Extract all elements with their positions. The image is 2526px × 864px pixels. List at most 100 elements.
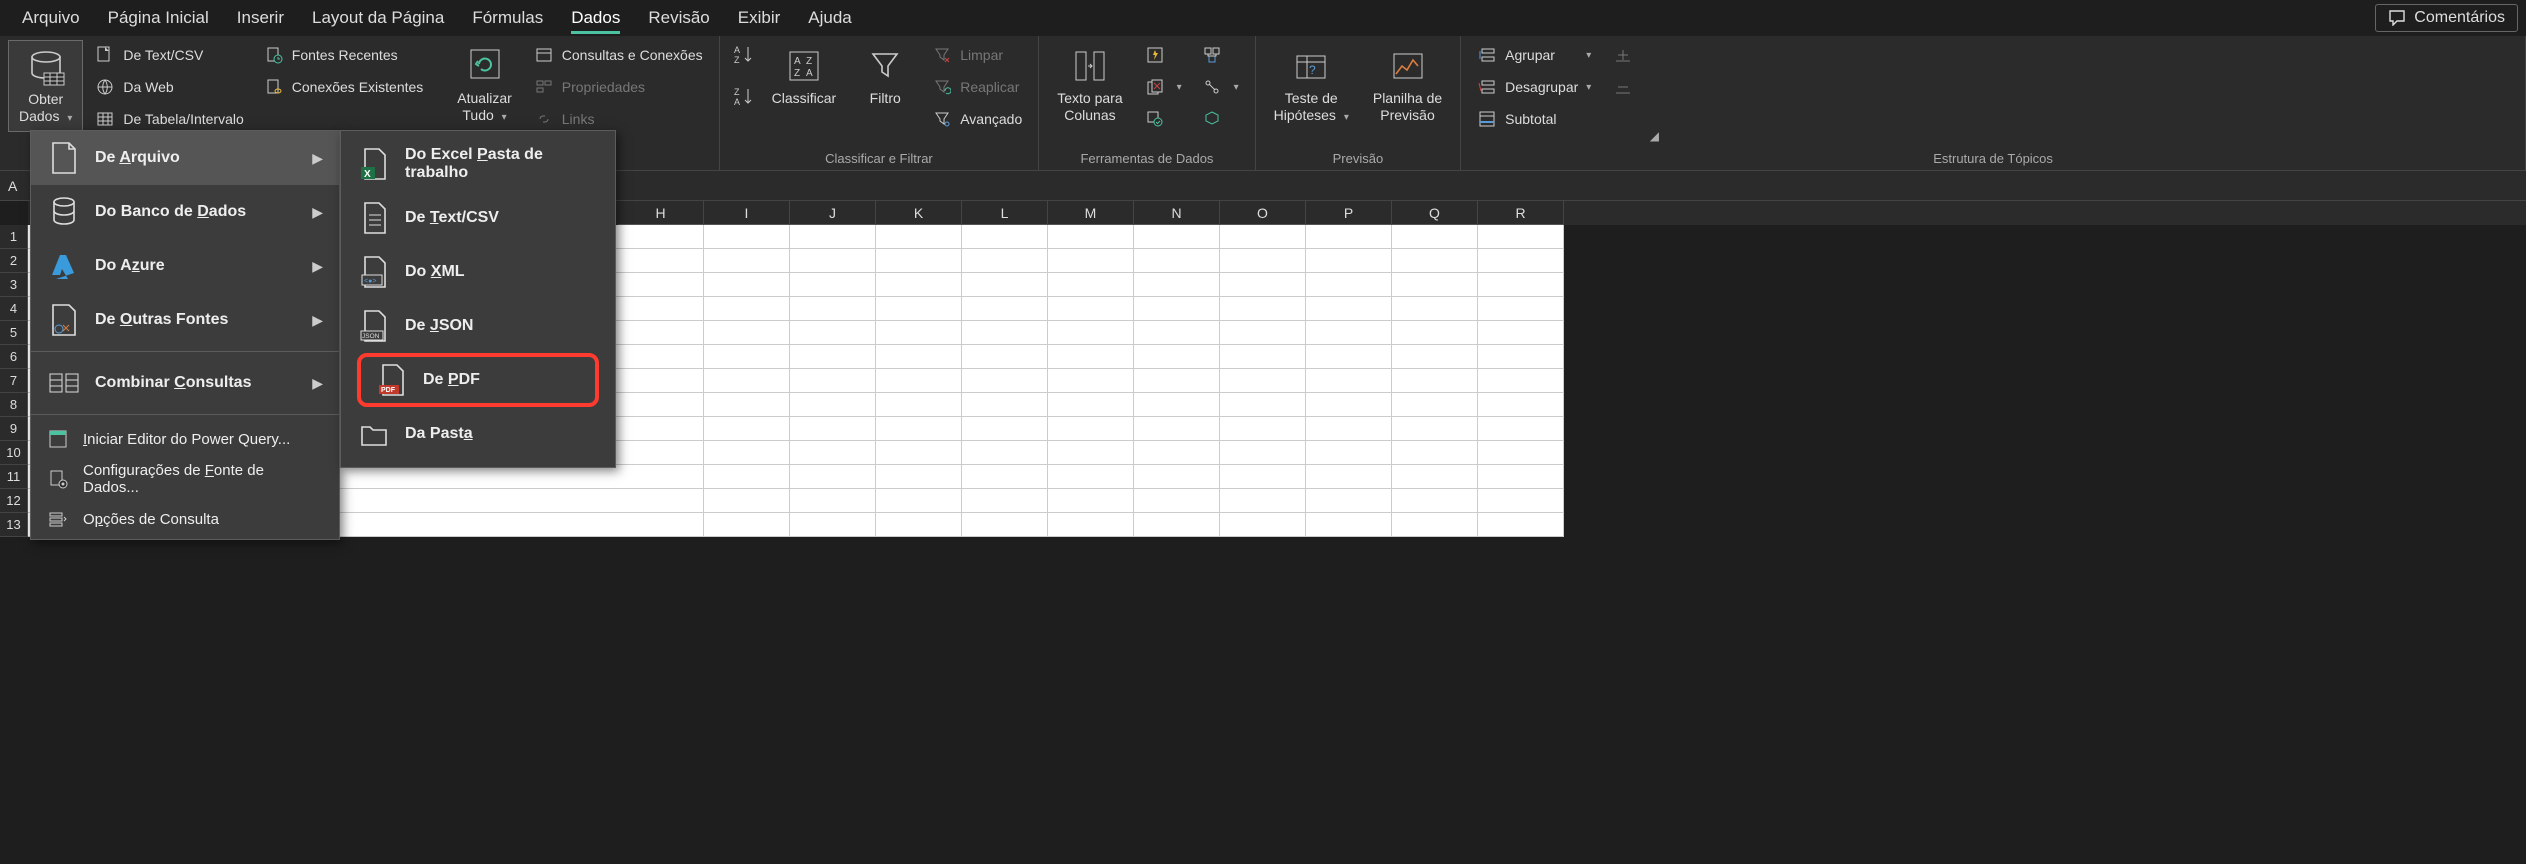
menu-combine-queries[interactable]: Combinar Consultas ▶	[31, 356, 339, 410]
row-header[interactable]: 3	[0, 273, 28, 297]
submenu-json[interactable]: JSON De JSON	[341, 299, 615, 353]
cell[interactable]	[1134, 465, 1220, 489]
cell[interactable]	[618, 393, 704, 417]
cell[interactable]	[618, 465, 704, 489]
group-button[interactable]: Agrupar▾	[1469, 40, 1599, 70]
cell[interactable]	[962, 489, 1048, 513]
cell[interactable]	[1134, 297, 1220, 321]
cell[interactable]	[962, 441, 1048, 465]
cell[interactable]	[1478, 225, 1564, 249]
tab-formulas[interactable]: Fórmulas	[458, 0, 557, 36]
sort-desc-button[interactable]: ZA	[728, 82, 758, 112]
from-web-button[interactable]: Da Web	[87, 72, 251, 102]
cell[interactable]	[1478, 417, 1564, 441]
column-header[interactable]: P	[1306, 201, 1392, 225]
cell[interactable]	[618, 273, 704, 297]
cell[interactable]	[790, 273, 876, 297]
row-header[interactable]: 5	[0, 321, 28, 345]
cell[interactable]	[876, 417, 962, 441]
cell[interactable]	[1048, 369, 1134, 393]
queries-connections-button[interactable]: Consultas e Conexões	[526, 40, 711, 70]
relationships-button[interactable]: ▾	[1194, 72, 1247, 102]
refresh-all-button[interactable]: Atualizar Tudo ▾	[447, 40, 521, 130]
cell[interactable]	[1306, 417, 1392, 441]
submenu-folder[interactable]: Da Pasta	[341, 407, 615, 461]
cell[interactable]	[1478, 369, 1564, 393]
cell[interactable]	[704, 321, 790, 345]
cell[interactable]	[1392, 369, 1478, 393]
remove-duplicates-button[interactable]: ▾	[1137, 72, 1190, 102]
cell[interactable]	[876, 345, 962, 369]
cell[interactable]	[618, 441, 704, 465]
cell[interactable]	[1306, 297, 1392, 321]
cell[interactable]	[1220, 321, 1306, 345]
cell[interactable]	[704, 297, 790, 321]
cell[interactable]	[1048, 513, 1134, 537]
cell[interactable]	[1048, 417, 1134, 441]
cell[interactable]	[962, 369, 1048, 393]
column-header[interactable]: K	[876, 201, 962, 225]
row-header[interactable]: 12	[0, 489, 28, 513]
cell[interactable]	[1306, 249, 1392, 273]
column-header[interactable]: M	[1048, 201, 1134, 225]
menu-from-file[interactable]: De Arquivo ▶	[31, 131, 339, 185]
tab-insert[interactable]: Inserir	[223, 0, 298, 36]
cell[interactable]	[1220, 297, 1306, 321]
cell[interactable]	[1134, 345, 1220, 369]
column-header[interactable]: J	[790, 201, 876, 225]
cell[interactable]	[962, 513, 1048, 537]
cell[interactable]	[704, 513, 790, 537]
cell[interactable]	[704, 249, 790, 273]
row-header[interactable]: 7	[0, 369, 28, 393]
cell[interactable]	[1306, 321, 1392, 345]
cell[interactable]	[876, 369, 962, 393]
cell[interactable]	[1392, 489, 1478, 513]
cell[interactable]	[1478, 297, 1564, 321]
cell[interactable]	[704, 393, 790, 417]
row-header[interactable]: 2	[0, 249, 28, 273]
cell[interactable]	[790, 393, 876, 417]
cell[interactable]	[618, 321, 704, 345]
column-header[interactable]: L	[962, 201, 1048, 225]
cell[interactable]	[1392, 225, 1478, 249]
existing-connections-button[interactable]: Conexões Existentes	[256, 72, 432, 102]
cell[interactable]	[1048, 489, 1134, 513]
cell[interactable]	[790, 513, 876, 537]
cell[interactable]	[876, 249, 962, 273]
cell[interactable]	[1048, 345, 1134, 369]
row-header[interactable]: 13	[0, 513, 28, 537]
cell[interactable]	[704, 369, 790, 393]
cell[interactable]	[1134, 417, 1220, 441]
cell[interactable]	[618, 345, 704, 369]
cell[interactable]	[1392, 249, 1478, 273]
cell[interactable]	[876, 225, 962, 249]
row-header[interactable]: 11	[0, 465, 28, 489]
cell[interactable]	[1134, 249, 1220, 273]
column-header[interactable]: I	[704, 201, 790, 225]
text-to-columns-button[interactable]: Texto para Colunas	[1047, 40, 1132, 130]
cell[interactable]	[790, 345, 876, 369]
cell[interactable]	[1392, 321, 1478, 345]
cell[interactable]	[1478, 393, 1564, 417]
cell[interactable]	[618, 369, 704, 393]
data-validation-button[interactable]	[1137, 104, 1190, 134]
cell[interactable]	[962, 297, 1048, 321]
cell[interactable]	[1392, 417, 1478, 441]
cell[interactable]	[1048, 441, 1134, 465]
cell[interactable]	[1048, 225, 1134, 249]
cell[interactable]	[1306, 513, 1392, 537]
menu-from-database[interactable]: Do Banco de Dados ▶	[31, 185, 339, 239]
cell[interactable]	[876, 489, 962, 513]
cell[interactable]	[618, 489, 704, 513]
cell[interactable]	[1306, 465, 1392, 489]
cell[interactable]	[876, 441, 962, 465]
sort-asc-button[interactable]: AZ	[728, 40, 758, 70]
cell[interactable]	[1048, 321, 1134, 345]
cell[interactable]	[962, 417, 1048, 441]
menu-ds-settings[interactable]: Configurações de Fonte de Dados...	[31, 459, 339, 499]
cell[interactable]	[1392, 393, 1478, 417]
cell[interactable]	[790, 489, 876, 513]
cell[interactable]	[704, 465, 790, 489]
cell[interactable]	[1220, 345, 1306, 369]
cell[interactable]	[1478, 345, 1564, 369]
